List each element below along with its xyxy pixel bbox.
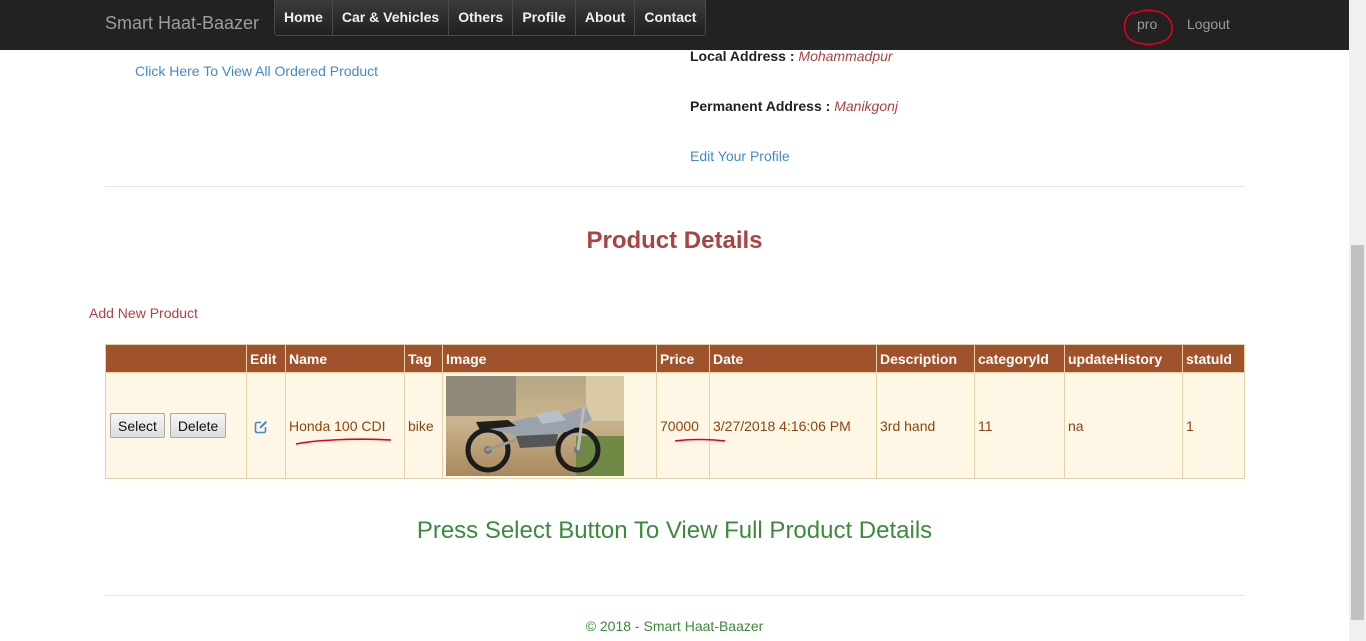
edit-profile-link[interactable]: Edit Your Profile — [690, 148, 790, 164]
column-header-edit: Edit — [246, 344, 286, 373]
column-header-tag: Tag — [404, 344, 443, 373]
delete-button[interactable]: Delete — [169, 413, 227, 438]
column-header-name: Name — [285, 344, 405, 373]
select-button[interactable]: Select — [110, 413, 165, 438]
vertical-scrollbar[interactable] — [1349, 0, 1366, 641]
logout-link[interactable]: Logout — [1187, 16, 1230, 32]
product-name: Honda 100 CDI — [289, 417, 386, 434]
name-cell: Honda 100 CDI — [285, 372, 405, 479]
motorcycle-image[interactable] — [446, 375, 624, 476]
local-address: Local Address : Mohammadpur — [690, 48, 893, 64]
menu-car-vehicles[interactable]: Car & Vehicles — [333, 0, 450, 35]
product-table: Edit Name Tag Image Price Date Descripti… — [105, 344, 1245, 479]
description-cell: 3rd hand — [876, 372, 975, 479]
column-header-image: Image — [442, 344, 657, 373]
product-details-title: Product Details — [586, 227, 763, 254]
column-header-updatehistory: updateHistory — [1064, 344, 1183, 373]
top-navbar: Smart Haat-Baazer Home Car & Vehicles Ot… — [0, 0, 1349, 50]
annotation-underline — [674, 438, 726, 442]
table-header-row: Edit Name Tag Image Price Date Descripti… — [105, 344, 1245, 373]
menu-contact[interactable]: Contact — [635, 0, 705, 35]
statuid-cell: 1 — [1182, 372, 1245, 479]
updatehistory-cell: na — [1064, 372, 1183, 479]
footer-divider — [105, 595, 1245, 596]
price-cell: 70000 — [656, 372, 726, 479]
column-header-price: Price — [656, 344, 710, 373]
divider — [105, 186, 1245, 187]
scrollbar-thumb[interactable] — [1351, 245, 1364, 620]
table-row: Select Delete Honda 100 CDI bike 70000 3… — [105, 372, 1245, 479]
column-header-actions — [105, 344, 247, 373]
add-new-product-link[interactable]: Add New Product — [89, 305, 198, 321]
local-address-value: Mohammadpur — [798, 48, 893, 64]
annotation-circle — [1123, 9, 1173, 46]
tag-cell: bike — [404, 372, 443, 479]
actions-cell: Select Delete — [105, 372, 247, 479]
menu-profile[interactable]: Profile — [513, 0, 576, 35]
image-cell — [442, 372, 657, 479]
footer-copyright: © 2018 - Smart Haat-Baazer — [585, 618, 764, 634]
menu-about[interactable]: About — [576, 0, 636, 35]
local-address-label: Local Address : — [690, 48, 795, 64]
column-header-date: Date — [709, 344, 877, 373]
permanent-address-label: Permanent Address : — [690, 98, 831, 114]
main-menu: Home Car & Vehicles Others Profile About… — [274, 0, 707, 36]
edit-icon[interactable] — [254, 420, 268, 434]
menu-others[interactable]: Others — [449, 0, 514, 35]
date-cell: 3/27/2018 4:16:06 PM — [709, 372, 877, 479]
annotation-underline — [295, 437, 392, 445]
menu-home[interactable]: Home — [275, 0, 333, 35]
select-instruction-message: Press Select Button To View Full Product… — [416, 517, 933, 544]
categoryid-cell: 11 — [974, 372, 1065, 479]
permanent-address-value: Manikgonj — [834, 98, 899, 114]
column-header-description: Description — [876, 344, 975, 373]
column-header-categoryid: categoryId — [974, 344, 1065, 373]
product-price: 70000 — [660, 417, 699, 434]
view-ordered-products-link[interactable]: Click Here To View All Ordered Product — [135, 63, 378, 79]
column-header-statuid: statuId — [1182, 344, 1245, 373]
brand-title[interactable]: Smart Haat-Baazer — [105, 13, 259, 34]
permanent-address: Permanent Address : Manikgonj — [690, 98, 898, 114]
edit-cell — [246, 372, 286, 479]
